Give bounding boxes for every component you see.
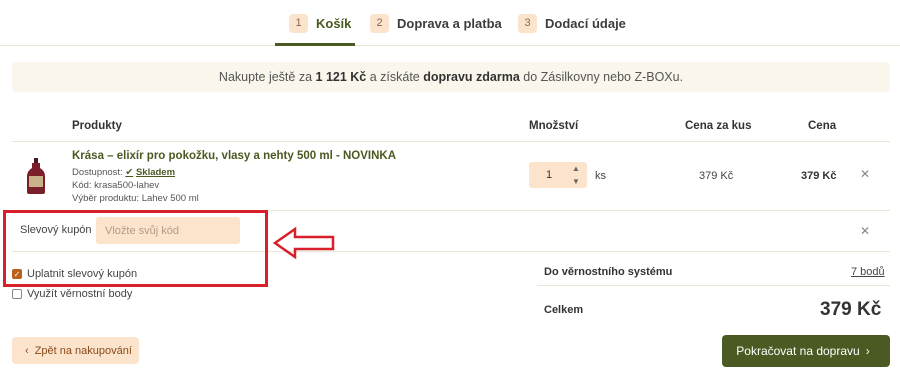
active-step-underline — [275, 43, 355, 46]
quantity-input[interactable]: 1 — [529, 162, 569, 188]
apply-coupon-label: Uplatnit slevový kupón — [27, 268, 138, 280]
quantity-stepper[interactable]: 1 ▲ ▼ — [529, 162, 587, 188]
continue-to-shipping-button[interactable]: Pokračovat na dopravu › — [722, 335, 890, 367]
grand-total: 379 Kč — [820, 299, 882, 320]
banner-suffix: do Zásilkovny nebo Z-BOXu. — [519, 70, 684, 84]
quantity-unit: ks — [595, 170, 606, 182]
banner-free-shipping: dopravu zdarma — [423, 70, 520, 84]
annotation-arrow-icon — [272, 226, 335, 260]
header-products: Produkty — [72, 120, 122, 132]
back-to-shopping-button[interactable]: ‹ Zpět na nakupování — [12, 337, 139, 364]
checkout-steps: 1 Košík 2 Doprava a platba 3 Dodací údaj… — [0, 0, 900, 46]
line-total: 379 Kč — [801, 170, 837, 182]
availability-value: Skladem — [135, 167, 176, 178]
chevron-left-icon: ‹ — [25, 344, 29, 357]
unit-price: 379 Kč — [699, 170, 734, 182]
next-button-label: Pokračovat na dopravu — [736, 344, 860, 358]
header-quantity: Množství — [529, 120, 579, 132]
availability-label: Dostupnost: — [72, 167, 123, 178]
banner-middle: a získáte — [366, 70, 424, 84]
step-shipping-payment[interactable]: 2 Doprava a platba — [370, 12, 502, 34]
back-button-label: Zpět na nakupování — [34, 344, 132, 357]
free-shipping-banner: Nakupte ještě za 1 121 Kč a získáte dopr… — [12, 62, 890, 92]
chevron-up-icon[interactable]: ▲ — [569, 162, 583, 175]
step-number: 1 — [289, 13, 308, 33]
product-availability: Dostupnost: ✔ Skladem — [72, 167, 175, 178]
step-label: Košík — [316, 15, 352, 31]
step-delivery-details[interactable]: 3 Dodací údaje — [518, 12, 626, 34]
use-loyalty-points-checkbox[interactable]: Využít věrnostní body — [12, 288, 132, 300]
divider — [537, 285, 890, 286]
loyalty-points-link[interactable]: 7 bodů — [851, 266, 885, 278]
use-loyalty-points-label: Využít věrnostní body — [27, 288, 133, 300]
banner-amount: 1 121 Kč — [315, 70, 367, 84]
step-number: 3 — [518, 13, 537, 33]
step-label: Doprava a platba — [397, 15, 502, 31]
product-name-link[interactable]: Krása – elixír pro pokožku, vlasy a neht… — [72, 150, 396, 162]
chevron-down-icon[interactable]: ▼ — [569, 175, 583, 188]
checkbox-checked-icon: ✓ — [12, 269, 22, 279]
step-label: Dodací údaje — [545, 15, 626, 31]
checkbox-icon — [12, 289, 22, 299]
product-image[interactable] — [26, 158, 46, 194]
divider — [12, 141, 890, 142]
total-label: Celkem — [544, 304, 584, 316]
header-unit-price: Cena za kus — [685, 120, 752, 132]
loyalty-label: Do věrnostního systému — [544, 266, 673, 278]
product-code: Kód: krasa500-lahev — [72, 180, 160, 191]
close-icon[interactable]: ✕ — [860, 224, 870, 238]
apply-coupon-checkbox[interactable]: ✓ Uplatnit slevový kupón — [12, 268, 137, 280]
product-variant: Výběr produktu: Lahev 500 ml — [72, 193, 199, 204]
step-number: 2 — [370, 13, 389, 33]
check-icon: ✔ — [125, 167, 134, 178]
banner-prefix: Nakupte ještě za — [218, 70, 316, 84]
header-price: Cena — [808, 120, 837, 132]
step-cart[interactable]: 1 Košík — [289, 12, 351, 34]
remove-item-icon[interactable]: ✕ — [860, 167, 870, 181]
chevron-right-icon: › — [865, 344, 870, 358]
